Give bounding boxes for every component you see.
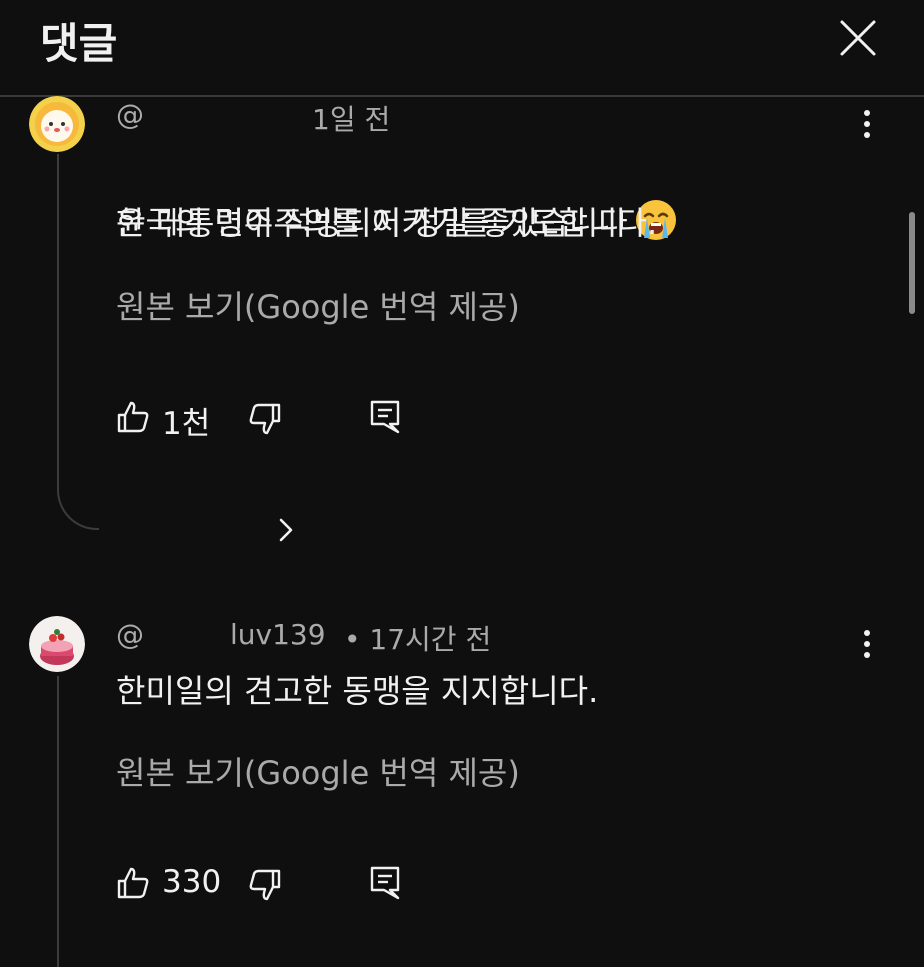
comments-header: 댓글 bbox=[0, 0, 924, 97]
comment-timestamp: • 17시간 전 bbox=[344, 623, 492, 656]
comment-handle[interactable]: @ bbox=[116, 98, 144, 131]
page-title: 댓글 bbox=[40, 19, 118, 68]
view-original-link[interactable]: 원본 보기(Google 번역 제공) bbox=[116, 748, 520, 794]
like-count: 1천 bbox=[162, 406, 211, 442]
view-original-link[interactable]: 원본 보기(Google 번역 제공) bbox=[116, 282, 520, 328]
comment-handle-tail[interactable]: luv139 bbox=[230, 618, 326, 651]
like-icon[interactable] bbox=[116, 400, 150, 438]
chevron-right-icon[interactable] bbox=[276, 516, 296, 548]
like-count: 330 bbox=[162, 864, 222, 900]
avatar[interactable] bbox=[29, 616, 85, 672]
thread-connector bbox=[57, 154, 99, 530]
dislike-icon[interactable] bbox=[248, 402, 282, 440]
close-icon[interactable] bbox=[836, 16, 880, 60]
comment-text-line2: 한국의 민주주의를 지키기를 기도합니다. bbox=[116, 204, 658, 242]
dislike-icon[interactable] bbox=[248, 868, 282, 906]
avatar[interactable] bbox=[29, 96, 85, 152]
like-icon[interactable] bbox=[116, 866, 150, 904]
comment-text: 한미일의 견고한 동맹을 지지합니다. bbox=[116, 672, 599, 710]
reply-icon[interactable] bbox=[370, 400, 400, 438]
thread-connector bbox=[57, 676, 59, 967]
more-options-icon[interactable] bbox=[857, 106, 877, 146]
comment-handle[interactable]: @ bbox=[116, 618, 144, 651]
comment-timestamp: 1일 전 bbox=[312, 103, 391, 136]
scrollbar-thumb[interactable] bbox=[909, 212, 915, 314]
more-options-icon[interactable] bbox=[857, 626, 877, 666]
reply-icon[interactable] bbox=[370, 866, 400, 904]
